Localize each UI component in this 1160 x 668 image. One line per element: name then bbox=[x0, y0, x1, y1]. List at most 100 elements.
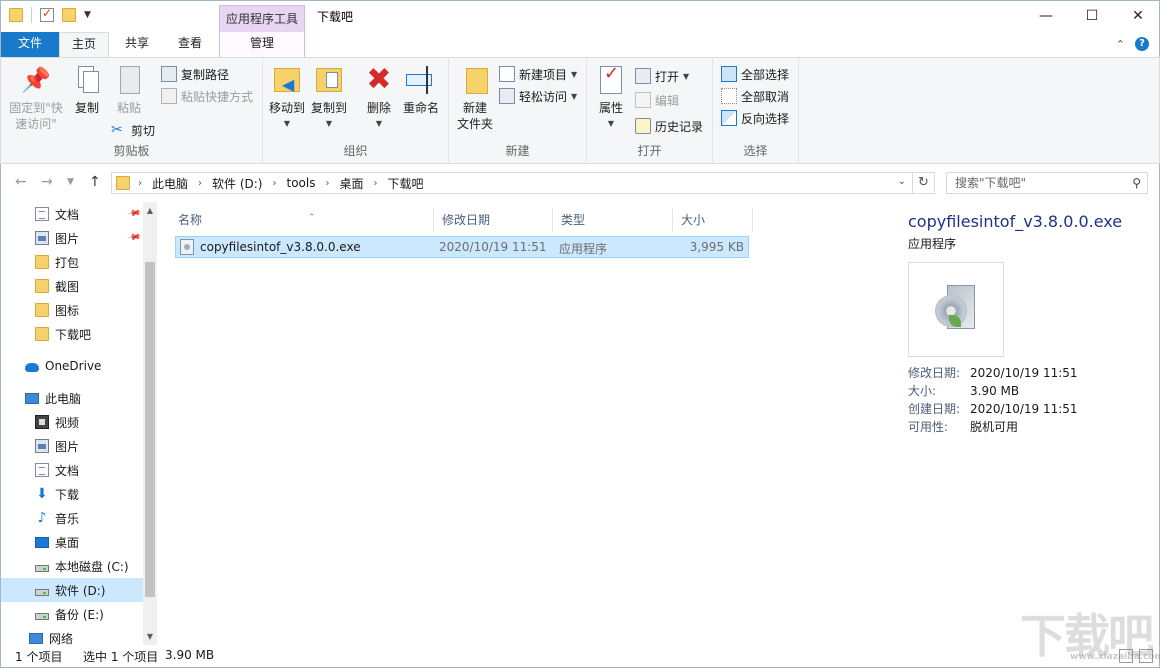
tab-view[interactable]: 查看 bbox=[165, 32, 215, 57]
recent-locations-icon[interactable]: ▼ bbox=[67, 177, 74, 187]
sidebar-item[interactable]: 本地磁盘 (C:) bbox=[1, 554, 143, 578]
move-to-icon: ◀ bbox=[272, 64, 302, 96]
scroll-down-icon[interactable]: ▼ bbox=[143, 632, 157, 641]
separator bbox=[31, 7, 32, 23]
back-arrow-icon[interactable]: ← bbox=[15, 174, 27, 190]
select-none-button[interactable]: 全部取消 bbox=[721, 86, 789, 106]
invert-selection-button[interactable]: 反向选择 bbox=[721, 108, 789, 128]
sidebar-item[interactable]: 图片 bbox=[1, 434, 143, 458]
chevron-right-icon[interactable]: › bbox=[373, 178, 377, 189]
group-select: 全部选择 全部取消 反向选择 选择 bbox=[713, 58, 799, 163]
address-bar[interactable]: › 此电脑›软件 (D:)›tools›桌面›下载吧 ⌄ bbox=[111, 172, 913, 194]
tab-share[interactable]: 共享 bbox=[113, 32, 161, 57]
properties-icon: ✓ bbox=[596, 64, 626, 96]
tab-file[interactable]: 文件 bbox=[1, 32, 59, 57]
copy-path-button[interactable]: 复制路径 bbox=[161, 64, 229, 84]
open-button[interactable]: 打开 ▼ bbox=[635, 66, 689, 86]
group-clipboard: 📌 固定到"快 速访问" 复制 粘贴 复制路径 粘贴快捷方式 ✂ 剪切 剪贴板 bbox=[1, 58, 263, 163]
copy-button[interactable]: 复制 bbox=[67, 64, 107, 116]
breadcrumb-label: 此电脑 bbox=[152, 175, 188, 192]
select-none-label: 全部取消 bbox=[741, 88, 789, 105]
sidebar-item[interactable]: ⬇下载 bbox=[1, 482, 143, 506]
sidebar-item[interactable]: 图标 bbox=[1, 298, 143, 322]
rename-icon bbox=[406, 64, 436, 96]
breadcrumb-item[interactable]: tools› bbox=[286, 175, 339, 192]
properties-button[interactable]: ✓ 属性 ▼ bbox=[593, 64, 629, 132]
breadcrumb-item[interactable]: 桌面› bbox=[339, 175, 387, 192]
column-header-name[interactable]: 名称 ⌃ bbox=[170, 208, 434, 232]
sidebar-item[interactable]: 桌面 bbox=[1, 530, 143, 554]
chevron-right-icon[interactable]: › bbox=[198, 178, 202, 189]
help-icon[interactable]: ? bbox=[1135, 37, 1149, 51]
search-input[interactable]: 搜索"下载吧" ⚲ bbox=[946, 172, 1148, 194]
new-folder-button[interactable]: 新建 文件夹 bbox=[453, 64, 497, 132]
pin-quick-access-button[interactable]: 📌 固定到"快 速访问" bbox=[7, 64, 65, 132]
navigation-bar: ← → ▼ ↑ › 此电脑›软件 (D:)›tools›桌面›下载吧 ⌄ ↻ 搜… bbox=[0, 164, 1160, 202]
breadcrumb-item[interactable]: 下载吧 bbox=[387, 175, 423, 192]
address-history-chevron-icon[interactable]: ⌄ bbox=[898, 176, 906, 187]
edit-label: 编辑 bbox=[655, 92, 679, 109]
sidebar-item[interactable]: 打包 bbox=[1, 250, 143, 274]
history-button[interactable]: 历史记录 bbox=[635, 116, 703, 136]
download-icon: ⬇ bbox=[35, 487, 49, 501]
table-row[interactable]: copyfilesintof_v3.8.0.0.exe 2020/10/19 1… bbox=[175, 236, 749, 258]
maximize-button[interactable]: ☐ bbox=[1069, 1, 1115, 31]
rename-button[interactable]: 重命名 bbox=[399, 64, 443, 116]
sidebar-item[interactable]: OneDrive bbox=[1, 354, 143, 378]
new-item-button[interactable]: 新建项目 ▼ bbox=[499, 64, 577, 84]
sidebar-item[interactable]: 文档 bbox=[1, 458, 143, 482]
chevron-right-icon[interactable]: › bbox=[325, 178, 329, 189]
tab-home[interactable]: 主页 bbox=[59, 32, 109, 57]
column-header-date[interactable]: 修改日期 bbox=[434, 208, 553, 232]
window-title: 下载吧 bbox=[317, 8, 353, 25]
breadcrumb-item[interactable]: 此电脑 › bbox=[152, 175, 212, 192]
tab-manage[interactable]: 管理 bbox=[219, 32, 305, 57]
this-pc-icon bbox=[25, 393, 39, 404]
cut-button[interactable]: ✂ 剪切 bbox=[111, 120, 155, 140]
column-header-type[interactable]: 类型 bbox=[553, 208, 673, 232]
watermark-url: www.xiazaiba.com bbox=[1070, 652, 1160, 662]
sidebar-item[interactable]: 截图 bbox=[1, 274, 143, 298]
history-icon bbox=[635, 118, 651, 134]
nav-scrollbar[interactable]: ▲ ▼ bbox=[143, 202, 157, 645]
chevron-down-icon: ▼ bbox=[571, 70, 577, 79]
sidebar-item[interactable]: ♪音乐 bbox=[1, 506, 143, 530]
chevron-down-icon: ▼ bbox=[267, 116, 307, 132]
chevron-right-icon[interactable]: › bbox=[272, 178, 276, 189]
minimize-button[interactable]: — bbox=[1023, 1, 1069, 31]
sidebar-item[interactable]: 图片📌 bbox=[1, 226, 143, 250]
sidebar-item[interactable]: 软件 (D:) bbox=[1, 578, 143, 602]
edit-button[interactable]: 编辑 bbox=[635, 90, 679, 110]
sidebar-item-label: 桌面 bbox=[55, 534, 79, 551]
sidebar-item[interactable]: 文档📌 bbox=[1, 202, 143, 226]
move-to-button[interactable]: ◀ 移动到 ▼ bbox=[267, 64, 307, 132]
close-button[interactable]: ✕ bbox=[1115, 1, 1160, 31]
collapse-ribbon-icon[interactable]: ⌃ bbox=[1116, 38, 1125, 51]
customize-toolbar-icon[interactable]: ▼ bbox=[84, 10, 91, 20]
breadcrumb-item[interactable]: 软件 (D:)› bbox=[212, 175, 286, 192]
column-header-size[interactable]: 大小 bbox=[673, 208, 753, 232]
copy-to-button[interactable]: 复制到 ▼ bbox=[309, 64, 349, 132]
paste-shortcut-label: 粘贴快捷方式 bbox=[181, 88, 253, 105]
refresh-button[interactable]: ↻ bbox=[913, 172, 935, 194]
properties-icon[interactable] bbox=[40, 8, 54, 22]
easy-access-button[interactable]: 轻松访问 ▼ bbox=[499, 86, 577, 106]
sidebar-item[interactable]: 备份 (E:) bbox=[1, 602, 143, 626]
scrollbar-thumb[interactable] bbox=[145, 262, 155, 597]
forward-arrow-icon[interactable]: → bbox=[41, 174, 53, 190]
sidebar-item[interactable]: 下载吧 bbox=[1, 322, 143, 346]
delete-button[interactable]: ✖ 删除 ▼ bbox=[361, 64, 397, 132]
sidebar-item-label: 视频 bbox=[55, 414, 79, 431]
sidebar-item[interactable]: 视频 bbox=[1, 410, 143, 434]
sidebar-item[interactable]: 此电脑 bbox=[1, 386, 143, 410]
move-to-label: 移动到 bbox=[267, 100, 307, 116]
paste-shortcut-button[interactable]: 粘贴快捷方式 bbox=[161, 86, 253, 106]
select-all-button[interactable]: 全部选择 bbox=[721, 64, 789, 84]
up-arrow-icon[interactable]: ↑ bbox=[89, 174, 101, 190]
new-folder-icon[interactable] bbox=[62, 8, 76, 22]
property-key: 创建日期: bbox=[908, 400, 960, 418]
property-row: 可用性:脱机可用 bbox=[908, 418, 1148, 436]
copy-path-icon bbox=[161, 66, 177, 82]
paste-button[interactable]: 粘贴 bbox=[109, 64, 149, 116]
scroll-up-icon[interactable]: ▲ bbox=[143, 206, 157, 215]
